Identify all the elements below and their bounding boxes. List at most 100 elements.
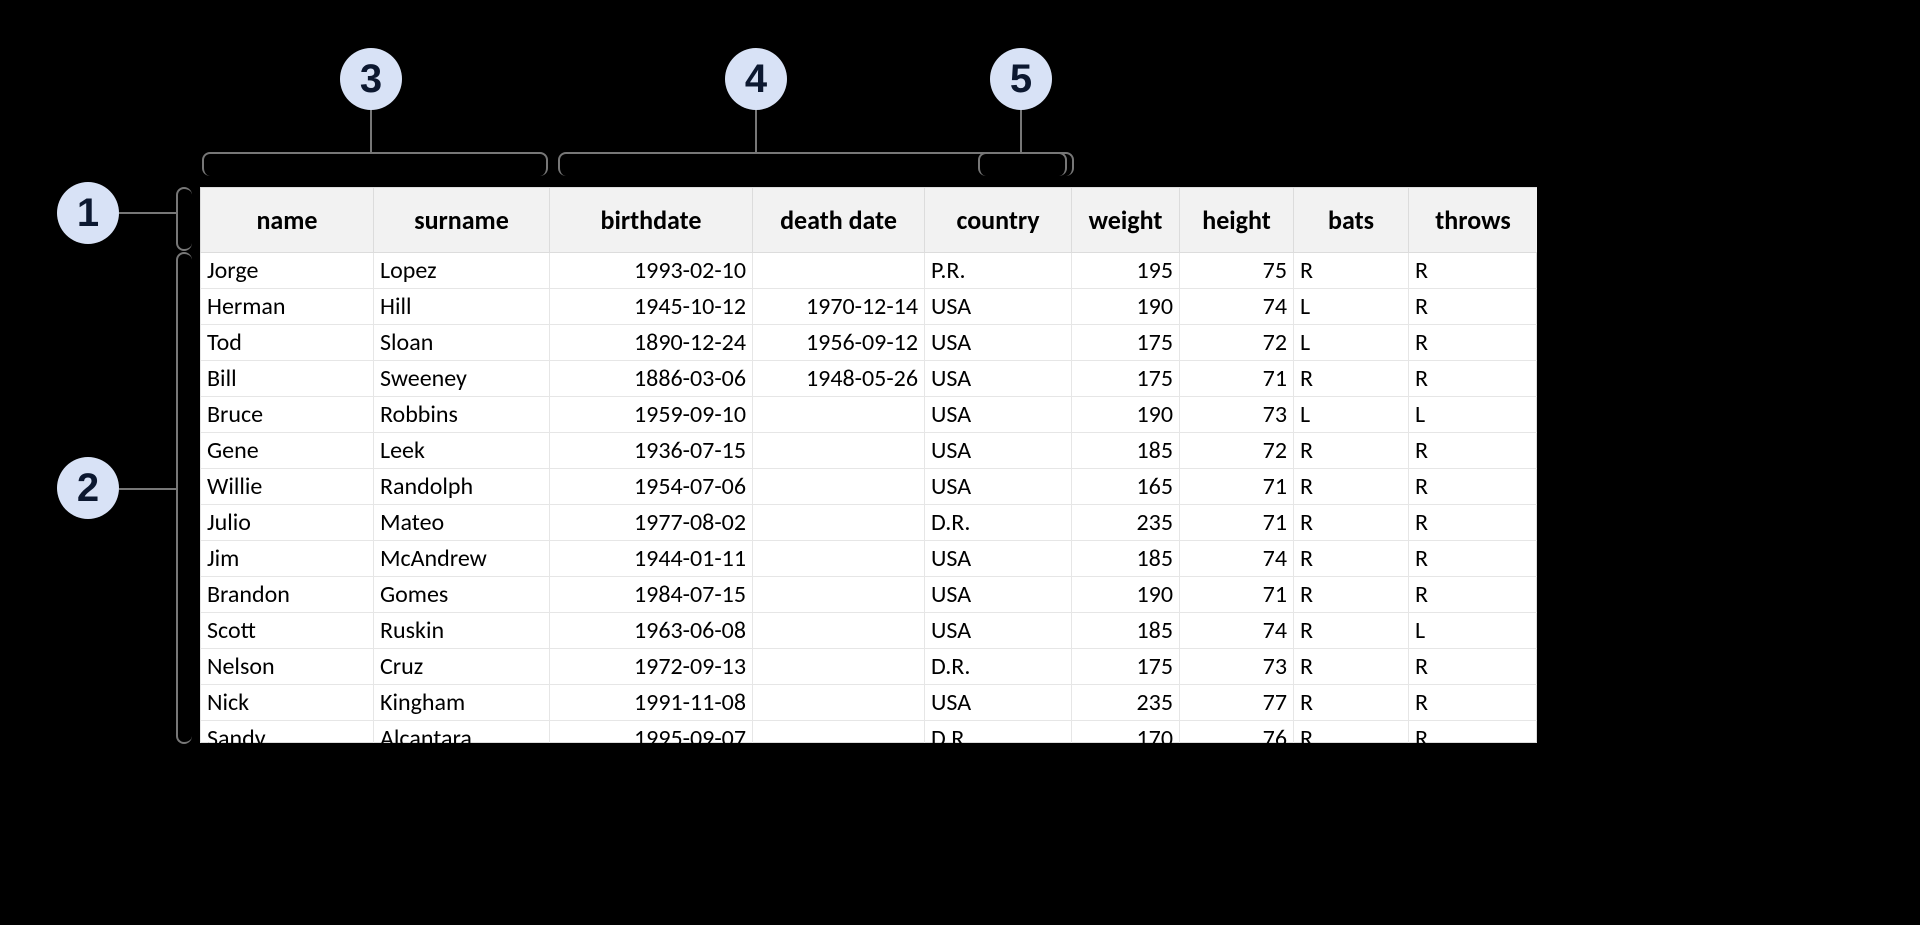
callout-bracket-3 [202, 152, 548, 176]
table-row: TodSloan1890-12-241956-09-12USA17572LR [201, 325, 1538, 361]
cell-weight: 185 [1072, 613, 1180, 649]
cell-throws: L [1409, 613, 1538, 649]
cell-weight: 175 [1072, 361, 1180, 397]
cell-country: USA [925, 361, 1072, 397]
callout-number: 2 [77, 466, 99, 511]
col-header-birthdate: birthdate [550, 188, 753, 253]
cell-deathdate [753, 397, 925, 433]
cell-country: USA [925, 289, 1072, 325]
cell-birthdate: 1977-08-02 [550, 505, 753, 541]
cell-birthdate: 1959-09-10 [550, 397, 753, 433]
cell-country: USA [925, 577, 1072, 613]
cell-weight: 175 [1072, 649, 1180, 685]
cell-country: USA [925, 613, 1072, 649]
cell-birthdate: 1954-07-06 [550, 469, 753, 505]
callout-bracket-2 [176, 252, 192, 744]
cell-name: Gene [201, 433, 374, 469]
callout-connector-2 [119, 488, 176, 490]
cell-height: 74 [1180, 613, 1294, 649]
cell-name: Jorge [201, 253, 374, 289]
callout-connector-3 [370, 110, 372, 152]
cell-bats: R [1294, 505, 1409, 541]
cell-throws: R [1409, 253, 1538, 289]
callout-number: 3 [360, 57, 382, 102]
cell-surname: Gomes [374, 577, 550, 613]
cell-deathdate [753, 613, 925, 649]
cell-name: Nick [201, 685, 374, 721]
cell-height: 73 [1180, 649, 1294, 685]
table-row: GeneLeek1936-07-15USA18572RR [201, 433, 1538, 469]
cell-deathdate [753, 541, 925, 577]
cell-throws: R [1409, 577, 1538, 613]
cell-deathdate [753, 469, 925, 505]
cell-surname: Randolph [374, 469, 550, 505]
cell-deathdate [753, 649, 925, 685]
callout-number: 1 [77, 191, 99, 236]
cell-height: 75 [1180, 253, 1294, 289]
cell-surname: Alcantara [374, 721, 550, 744]
cell-height: 71 [1180, 505, 1294, 541]
cell-weight: 190 [1072, 577, 1180, 613]
cell-bats: L [1294, 325, 1409, 361]
table-row: ScottRuskin1963-06-08USA18574RL [201, 613, 1538, 649]
col-header-name: name [201, 188, 374, 253]
cell-weight: 190 [1072, 397, 1180, 433]
cell-surname: Sloan [374, 325, 550, 361]
cell-name: Julio [201, 505, 374, 541]
cell-name: Bruce [201, 397, 374, 433]
callout-number: 4 [745, 57, 767, 102]
cell-deathdate [753, 505, 925, 541]
col-header-throws: throws [1409, 188, 1538, 253]
col-header-weight: weight [1072, 188, 1180, 253]
cell-surname: Ruskin [374, 613, 550, 649]
cell-birthdate: 1991-11-08 [550, 685, 753, 721]
cell-height: 74 [1180, 289, 1294, 325]
cell-birthdate: 1890-12-24 [550, 325, 753, 361]
cell-birthdate: 1886-03-06 [550, 361, 753, 397]
table-row: NickKingham1991-11-08USA23577RR [201, 685, 1538, 721]
cell-deathdate [753, 721, 925, 744]
cell-throws: L [1409, 397, 1538, 433]
cell-weight: 185 [1072, 433, 1180, 469]
cell-height: 71 [1180, 577, 1294, 613]
cell-bats: R [1294, 541, 1409, 577]
callout-badge-1: 1 [57, 182, 119, 244]
col-header-country: country [925, 188, 1072, 253]
cell-throws: R [1409, 433, 1538, 469]
cell-country: P.R. [925, 253, 1072, 289]
cell-weight: 195 [1072, 253, 1180, 289]
table-row: BillSweeney1886-03-061948-05-26USA17571R… [201, 361, 1538, 397]
cell-country: D.R. [925, 721, 1072, 744]
cell-country: USA [925, 685, 1072, 721]
table-body: JorgeLopez1993-02-10P.R.19575RRHermanHil… [201, 253, 1538, 744]
cell-name: Tod [201, 325, 374, 361]
table-row: SandyAlcantara1995-09-07D.R.17076RR [201, 721, 1538, 744]
cell-throws: R [1409, 469, 1538, 505]
cell-birthdate: 1944-01-11 [550, 541, 753, 577]
cell-name: Bill [201, 361, 374, 397]
cell-bats: R [1294, 433, 1409, 469]
col-header-bats: bats [1294, 188, 1409, 253]
cell-surname: Sweeney [374, 361, 550, 397]
cell-country: D.R. [925, 505, 1072, 541]
table-row: BruceRobbins1959-09-10USA19073LL [201, 397, 1538, 433]
callout-bracket-1 [176, 187, 192, 251]
cell-height: 74 [1180, 541, 1294, 577]
cell-country: D.R. [925, 649, 1072, 685]
cell-birthdate: 1936-07-15 [550, 433, 753, 469]
table-header-row: name surname birthdate death date countr… [201, 188, 1538, 253]
cell-height: 71 [1180, 469, 1294, 505]
cell-weight: 185 [1072, 541, 1180, 577]
cell-height: 73 [1180, 397, 1294, 433]
cell-surname: Mateo [374, 505, 550, 541]
callout-badge-3: 3 [340, 48, 402, 110]
table-row: HermanHill1945-10-121970-12-14USA19074LR [201, 289, 1538, 325]
cell-surname: Kingham [374, 685, 550, 721]
table-row: JorgeLopez1993-02-10P.R.19575RR [201, 253, 1538, 289]
col-header-surname: surname [374, 188, 550, 253]
cell-weight: 235 [1072, 685, 1180, 721]
table-row: JulioMateo1977-08-02D.R.23571RR [201, 505, 1538, 541]
cell-bats: R [1294, 721, 1409, 744]
table-row: WillieRandolph1954-07-06USA16571RR [201, 469, 1538, 505]
cell-country: USA [925, 325, 1072, 361]
